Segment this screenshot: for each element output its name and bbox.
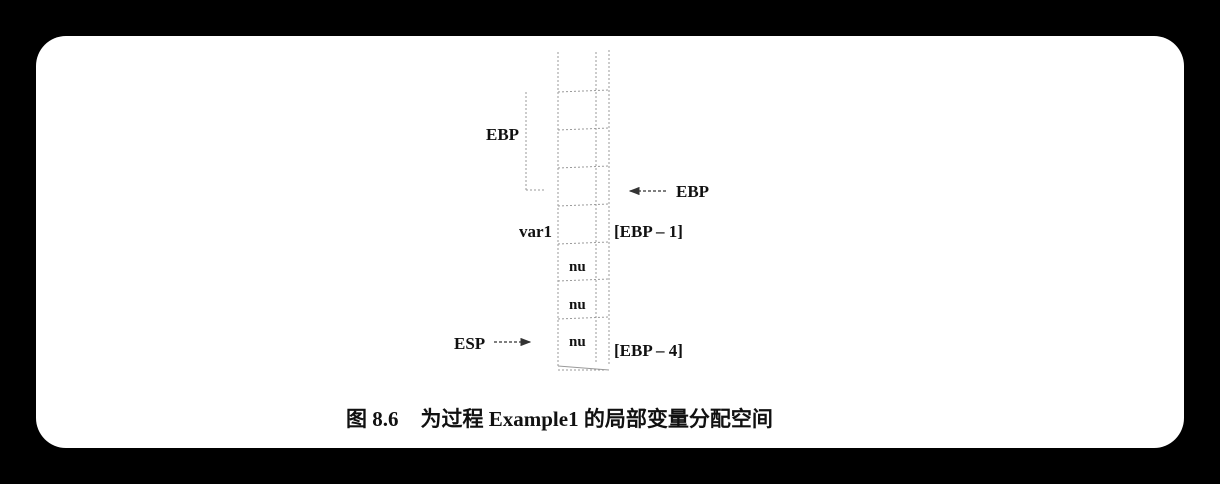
caption-number: 图 8.6 xyxy=(346,407,399,431)
divider xyxy=(557,278,610,282)
cell-value-3: nu xyxy=(569,334,586,350)
last-address-label: [EBP – 4] xyxy=(614,341,683,360)
stack-bottom xyxy=(557,365,610,371)
var1-label: var1 xyxy=(519,222,553,241)
stack-column xyxy=(525,50,610,371)
ebp-pointer-label: EBP xyxy=(676,182,710,201)
ebp-saved-label: EBP xyxy=(486,125,520,144)
divider xyxy=(557,127,610,131)
caption-text: 为过程 Example1 的局部变量分配空间 xyxy=(420,407,773,431)
divider xyxy=(557,241,610,245)
figure-caption: 图 8.6 为过程 Example1 的局部变量分配空间 xyxy=(346,403,773,433)
esp-pointer-label: ESP xyxy=(454,334,486,353)
cell-value-1: nu xyxy=(569,259,586,275)
divider xyxy=(557,203,610,207)
divider xyxy=(557,316,610,320)
divider xyxy=(557,89,610,93)
var1-address-label: [EBP – 1] xyxy=(614,222,683,241)
figure-card: EBP EBP var1 [EBP – 1] nu nu nu ESP [EBP… xyxy=(36,36,1184,448)
cell-value-2: nu xyxy=(569,297,586,313)
divider xyxy=(557,165,610,169)
stack-diagram xyxy=(494,50,666,371)
